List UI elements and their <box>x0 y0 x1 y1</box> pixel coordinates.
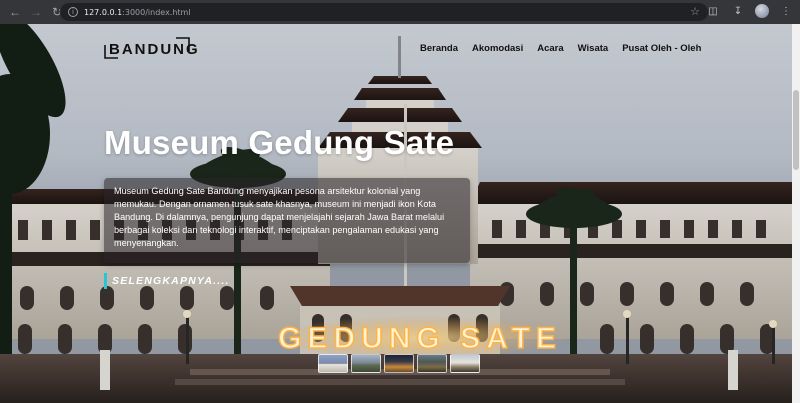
slide-thumbnail-2[interactable] <box>351 354 381 373</box>
browser-actions: ◫ ↧ ⋮ <box>705 3 794 19</box>
profile-avatar-icon[interactable] <box>755 4 769 18</box>
url-text[interactable]: 127.0.0.1:3000/index.html <box>84 8 191 17</box>
slide-thumbnail-4[interactable] <box>417 354 447 373</box>
read-more-button[interactable]: SELENGKAPNYA.... <box>104 273 230 289</box>
extensions-icon[interactable]: ◫ <box>705 3 721 19</box>
slide-thumbnail-3[interactable] <box>384 354 414 373</box>
read-more-label: SELENGKAPNYA.... <box>112 275 230 287</box>
nav-item-acara[interactable]: Acara <box>537 43 563 54</box>
back-icon[interactable]: ← <box>6 3 24 21</box>
site-logo[interactable]: BANDUNG <box>105 40 204 60</box>
url-path: :3000/index.html <box>122 7 191 17</box>
page-scrollbar[interactable] <box>792 24 800 403</box>
main-nav: Beranda Akomodasi Acara Wisata Pusat Ole… <box>420 43 701 54</box>
slide-thumbnails <box>318 354 480 373</box>
browser-toolbar: ← → ↻ i 127.0.0.1:3000/index.html ☆ ◫ ↧ … <box>0 0 800 24</box>
nav-item-akomodasi[interactable]: Akomodasi <box>472 43 523 54</box>
download-icon[interactable]: ↧ <box>730 3 746 19</box>
menu-kebab-icon[interactable]: ⋮ <box>778 3 794 19</box>
hero-title: Museum Gedung Sate <box>104 124 455 161</box>
slide-thumbnail-1[interactable] <box>318 354 348 373</box>
bookmark-star-icon[interactable]: ☆ <box>690 5 700 18</box>
hero-description-card: Museum Gedung Sate Bandung menyajikan pe… <box>104 178 470 263</box>
url-host: 127.0.0.1 <box>84 7 123 17</box>
gedung-sate-sign: GEDUNG SATE <box>278 322 562 355</box>
nav-item-pusat-oleh-oleh[interactable]: Pusat Oleh - Oleh <box>622 43 701 54</box>
page-viewport: GEDUNG SATE BANDUNG Beranda Akomodasi Ac… <box>0 24 792 403</box>
forward-icon[interactable]: → <box>27 3 45 21</box>
hero-description: Museum Gedung Sate Bandung menyajikan pe… <box>114 186 445 248</box>
slide-thumbnail-5[interactable] <box>450 354 480 373</box>
site-info-icon[interactable]: i <box>68 7 78 17</box>
nav-item-wisata[interactable]: Wisata <box>578 43 609 54</box>
nav-item-beranda[interactable]: Beranda <box>420 43 458 54</box>
address-bar[interactable]: i 127.0.0.1:3000/index.html ☆ <box>60 3 708 21</box>
scrollbar-thumb[interactable] <box>793 90 799 170</box>
